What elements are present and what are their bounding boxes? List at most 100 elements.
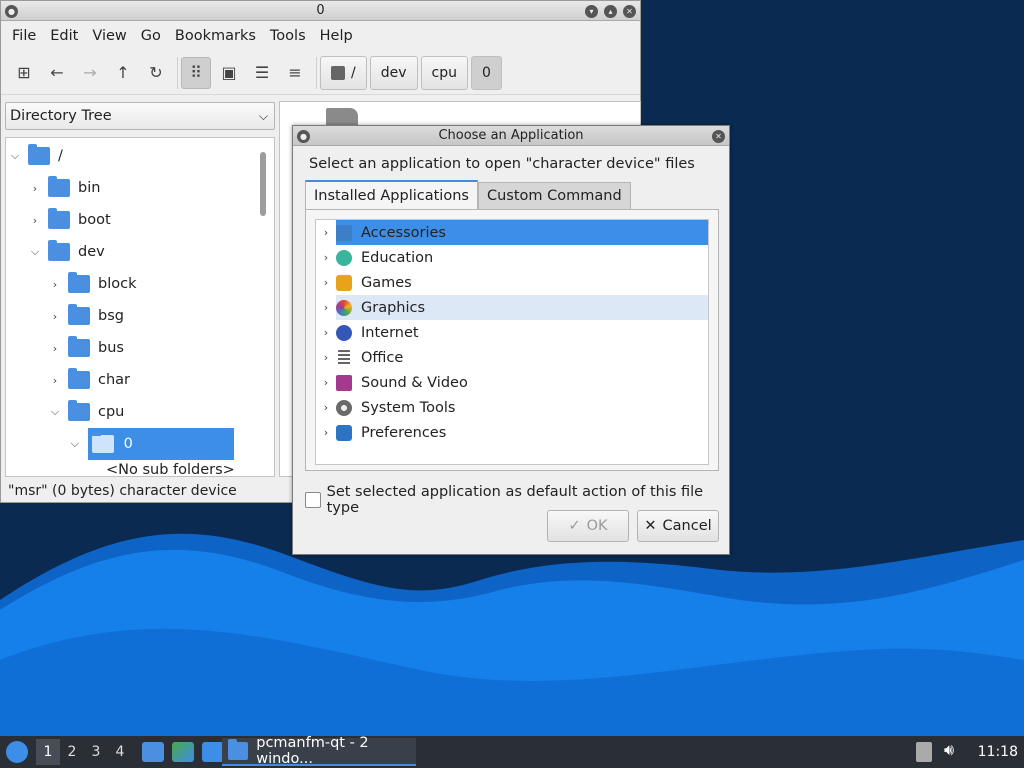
- folder-icon: [228, 739, 249, 760]
- tree-item-cpu[interactable]: ⌵ cpu: [48, 396, 124, 428]
- category-system-tools[interactable]: › System Tools: [316, 395, 708, 420]
- expand-icon[interactable]: ›: [316, 226, 336, 239]
- tree-item-root[interactable]: ⌵ /: [8, 140, 63, 172]
- menu-edit[interactable]: Edit: [43, 28, 85, 44]
- compact-view-icon[interactable]: ☰: [247, 57, 277, 89]
- breadcrumb-cpu[interactable]: cpu: [420, 55, 468, 90]
- expand-icon[interactable]: ›: [316, 276, 336, 289]
- new-tab-icon[interactable]: ⊞: [9, 57, 39, 89]
- clipboard-icon[interactable]: [916, 742, 932, 762]
- category-graphics[interactable]: › Graphics: [316, 295, 708, 320]
- close-icon[interactable]: ✕: [712, 130, 725, 143]
- expand-icon[interactable]: ›: [316, 326, 336, 339]
- collapse-icon[interactable]: ⌵: [48, 405, 62, 419]
- category-office[interactable]: › Office: [316, 345, 708, 370]
- ok-button[interactable]: ✓ OK: [547, 510, 629, 542]
- volume-icon[interactable]: 🔊︎: [944, 740, 954, 760]
- office-icon: [338, 349, 350, 366]
- expand-icon[interactable]: ›: [28, 214, 42, 227]
- image-viewer-launcher-icon[interactable]: [172, 742, 194, 762]
- category-preferences[interactable]: › Preferences: [316, 420, 708, 445]
- workspace-3[interactable]: 3: [84, 744, 108, 760]
- task-pcmanfm[interactable]: pcmanfm-qt - 2 windo...: [222, 735, 416, 767]
- education-icon: [336, 249, 352, 266]
- folder-icon: [28, 144, 50, 165]
- check-icon: ✓: [568, 518, 581, 534]
- expand-icon[interactable]: ›: [28, 182, 42, 195]
- toolbar-separator: [316, 56, 317, 89]
- thumbnail-view-icon[interactable]: ▣: [214, 57, 244, 89]
- folder-icon: [68, 272, 90, 293]
- tree-item-bsg[interactable]: › bsg: [48, 300, 124, 332]
- file-manager-launcher-icon[interactable]: [142, 742, 164, 762]
- dialog-titlebar[interactable]: ● Choose an Application ✕: [293, 126, 729, 146]
- category-games[interactable]: › Games: [316, 270, 708, 295]
- tree-item-bus[interactable]: › bus: [48, 332, 124, 364]
- collapse-icon[interactable]: ⌵: [28, 245, 42, 259]
- up-icon[interactable]: ↑: [108, 57, 138, 89]
- collapse-icon[interactable]: ⌵: [8, 149, 22, 163]
- directory-tree-selector[interactable]: Directory Tree ⌵: [5, 102, 275, 130]
- menu-help[interactable]: Help: [313, 28, 360, 44]
- clock[interactable]: 11:18: [978, 736, 1018, 768]
- breadcrumb-root-label: /: [351, 64, 356, 81]
- directory-tree: ⌵ / › bin › boot ⌵ dev › block › bsg › b…: [5, 137, 275, 477]
- breadcrumb-0[interactable]: 0: [470, 55, 502, 90]
- expand-icon[interactable]: ›: [48, 278, 62, 291]
- expand-icon[interactable]: ›: [316, 376, 336, 389]
- expand-icon[interactable]: ›: [316, 351, 336, 364]
- desktop-launcher-icon[interactable]: [202, 742, 224, 762]
- tab-custom-command[interactable]: Custom Command: [477, 182, 631, 210]
- chevron-down-icon: ⌵: [258, 109, 268, 123]
- tree-item-dev[interactable]: ⌵ dev: [28, 236, 105, 268]
- reload-icon[interactable]: ↻: [141, 57, 171, 89]
- expand-icon[interactable]: ›: [48, 342, 62, 355]
- category-sound-video[interactable]: › Sound & Video: [316, 370, 708, 395]
- fm-titlebar[interactable]: ● 0 ▾ ▴ ✕: [1, 1, 640, 21]
- menu-file[interactable]: File: [5, 28, 43, 44]
- tree-item-bin[interactable]: › bin: [28, 172, 100, 204]
- workspace-2[interactable]: 2: [60, 744, 84, 760]
- expand-icon[interactable]: ›: [48, 310, 62, 323]
- menu-go[interactable]: Go: [134, 28, 168, 44]
- folder-icon: [48, 208, 70, 229]
- breadcrumb-root[interactable]: /: [320, 55, 367, 90]
- expand-icon[interactable]: ›: [316, 426, 336, 439]
- forward-icon[interactable]: →: [75, 57, 105, 89]
- close-icon[interactable]: ✕: [623, 5, 636, 18]
- menu-bookmarks[interactable]: Bookmarks: [168, 28, 263, 44]
- collapse-icon[interactable]: ⌵: [68, 437, 82, 451]
- expand-icon[interactable]: ›: [48, 374, 62, 387]
- tree-item-0[interactable]: ⌵ 0: [68, 428, 234, 460]
- menu-tools[interactable]: Tools: [263, 28, 313, 44]
- workspace-4[interactable]: 4: [108, 744, 132, 760]
- detail-view-icon[interactable]: ≡: [280, 57, 310, 89]
- tree-item-boot[interactable]: › boot: [28, 204, 111, 236]
- category-label: Internet: [361, 324, 419, 341]
- window-menu-icon[interactable]: ●: [5, 5, 18, 18]
- root-drive-icon: [331, 65, 345, 80]
- breadcrumb-dev[interactable]: dev: [369, 55, 418, 90]
- icon-view-icon[interactable]: ⠿: [181, 56, 211, 89]
- maximize-icon[interactable]: ▴: [604, 5, 617, 18]
- cancel-button[interactable]: ✕ Cancel: [637, 510, 719, 542]
- category-accessories[interactable]: › Accessories: [316, 220, 708, 245]
- tree-item-block[interactable]: › block: [48, 268, 136, 300]
- tree-item-char[interactable]: › char: [48, 364, 130, 396]
- expand-icon[interactable]: ›: [316, 251, 336, 264]
- expand-icon[interactable]: ›: [316, 301, 336, 314]
- window-menu-icon[interactable]: ●: [297, 130, 310, 143]
- workspace-1[interactable]: 1: [36, 739, 60, 765]
- category-education[interactable]: › Education: [316, 245, 708, 270]
- menu-view[interactable]: View: [85, 28, 133, 44]
- tree-scrollbar[interactable]: [260, 152, 266, 216]
- ok-label: OK: [586, 518, 608, 534]
- tab-installed-applications[interactable]: Installed Applications: [305, 180, 478, 210]
- back-icon[interactable]: ←: [42, 57, 72, 89]
- minimize-icon[interactable]: ▾: [585, 5, 598, 18]
- tree-item-label: boot: [78, 212, 111, 228]
- default-action-checkbox[interactable]: [305, 492, 321, 508]
- category-internet[interactable]: › Internet: [316, 320, 708, 345]
- start-menu-icon[interactable]: [6, 741, 28, 763]
- expand-icon[interactable]: ›: [316, 401, 336, 414]
